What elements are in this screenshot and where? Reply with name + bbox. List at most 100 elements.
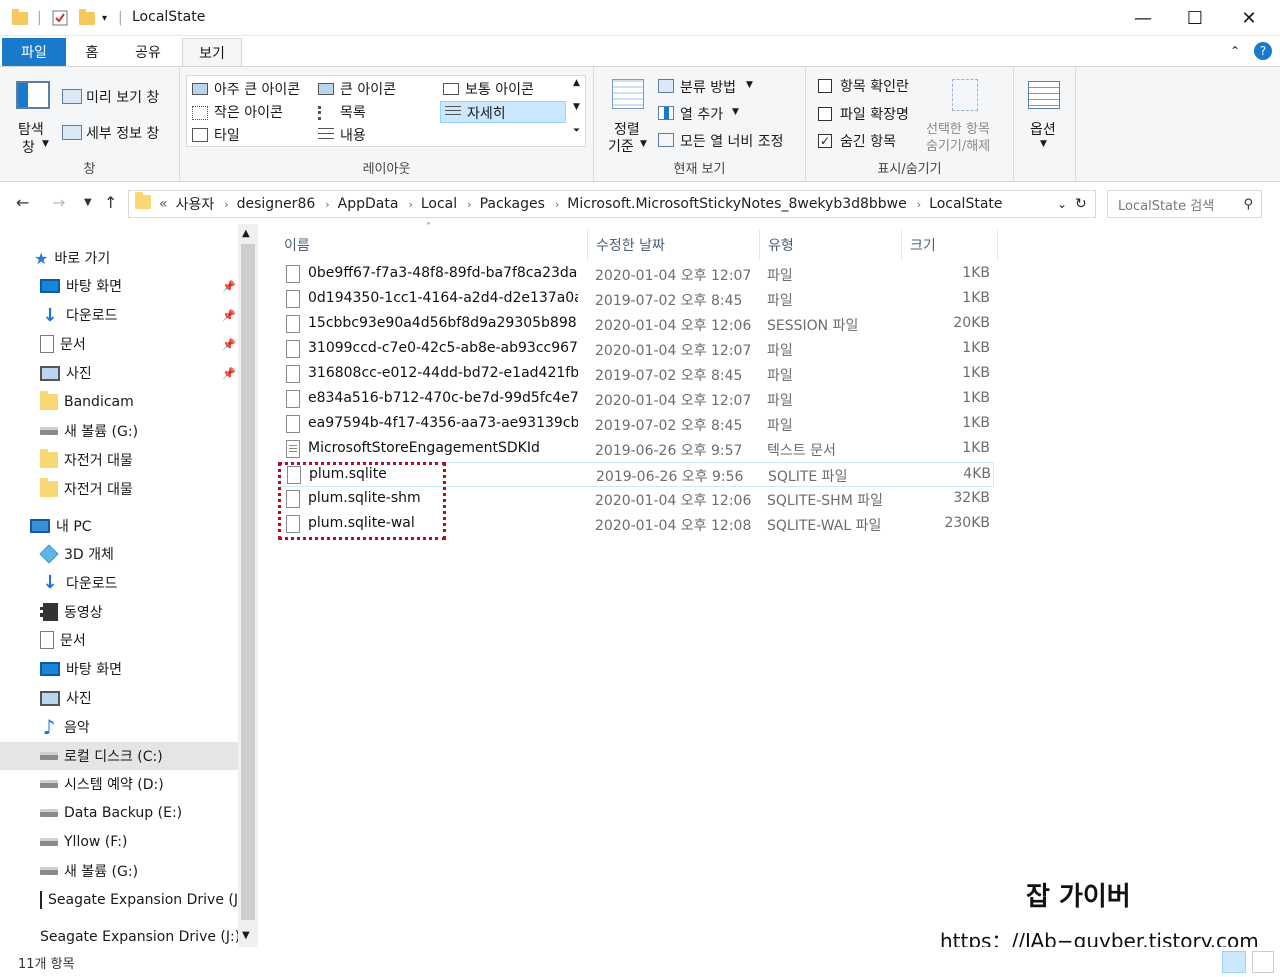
nav-item[interactable]: Yllow (F:) [0, 828, 238, 856]
forward-arrow-icon[interactable]: → [52, 193, 65, 212]
nav-item[interactable]: 사진 [0, 684, 238, 712]
nav-item[interactable]: 문서 📌 [0, 330, 238, 358]
up-arrow-icon[interactable]: ↑ [104, 193, 117, 212]
search-input[interactable]: LocalState 검색 ⚲ [1107, 190, 1262, 218]
preview-pane-icon[interactable] [62, 89, 82, 104]
details-pane-icon[interactable] [62, 125, 82, 140]
sort-by-label2[interactable]: 기준 [608, 136, 634, 156]
breadcrumb-item[interactable]: AppData [338, 196, 399, 212]
tab-view[interactable]: 보기 [182, 38, 242, 66]
breadcrumb-item[interactable]: LocalState [929, 196, 1002, 212]
refresh-icon[interactable]: ↻ [1075, 196, 1087, 212]
column-header-name[interactable]: 이름 [276, 230, 588, 260]
nav-item[interactable]: 문서 [0, 626, 238, 654]
breadcrumb-separator-icon[interactable]: › [917, 198, 921, 211]
options-button[interactable]: 옵션 [1030, 119, 1056, 139]
scroll-down-icon[interactable]: ▼ [573, 102, 580, 112]
address-dropdown-icon[interactable]: ⌄ [1057, 197, 1067, 211]
nav-item[interactable]: 사진 📌 [0, 359, 238, 387]
column-header-type[interactable]: 유형 [760, 230, 902, 260]
nav-this-pc[interactable]: 내 PC [0, 512, 238, 540]
column-header-size[interactable]: 크기 [902, 230, 998, 260]
nav-scrollbar-thumb[interactable] [241, 244, 255, 920]
folder-icon[interactable] [12, 8, 28, 28]
sort-icon[interactable] [612, 79, 644, 109]
add-column-button[interactable]: 열 추가 [680, 104, 723, 124]
item-checkboxes-checkbox[interactable] [818, 79, 832, 93]
breadcrumb-item[interactable]: Packages [480, 196, 545, 212]
nav-quick-access[interactable]: ★ 바로 가기 [0, 244, 238, 272]
file-extensions-checkbox[interactable] [818, 107, 832, 121]
column-header-date[interactable]: 수정한 날짜 [588, 230, 760, 260]
layout-list[interactable]: 목록 [340, 102, 366, 122]
layout-small[interactable]: 작은 아이콘 [214, 102, 283, 122]
nav-item[interactable]: 시스템 예약 (D:) [0, 770, 238, 798]
back-arrow-icon[interactable]: ← [16, 193, 29, 212]
options-icon[interactable] [1028, 81, 1060, 109]
nav-item[interactable]: ♪ 음악 [0, 713, 238, 741]
file-row[interactable]: ea97594b-4f17-4356-aa73-ae93139cb... 2019… [280, 412, 994, 437]
scroll-down-icon[interactable]: ▼ [242, 930, 250, 941]
chevron-down-icon[interactable]: ▼ [42, 139, 49, 149]
layout-medium[interactable]: 보통 아이콘 [465, 79, 534, 99]
nav-item[interactable]: ↓ 다운로드 [0, 569, 238, 597]
group-by-button[interactable]: 분류 방법 [680, 77, 736, 97]
large-icons-view-icon[interactable] [1252, 951, 1274, 973]
breadcrumb-separator-icon[interactable]: › [467, 198, 471, 211]
nav-item[interactable]: 바탕 화면 📌 [0, 272, 238, 300]
details-view-icon[interactable] [1222, 951, 1246, 973]
file-row[interactable]: 316808cc-e012-44dd-bd72-e1ad421fb... 2019… [280, 362, 994, 387]
navigation-pane-label2[interactable]: 창 [22, 137, 35, 157]
collapse-ribbon-icon[interactable]: ⌃ [1230, 44, 1240, 58]
nav-item[interactable]: Data Backup (E:) [0, 799, 238, 827]
breadcrumb-separator-icon[interactable]: › [325, 198, 329, 211]
chevron-down-icon[interactable]: ▼ [1040, 139, 1047, 149]
file-row[interactable]: 15cbbc93e90a4d56bf8d9a29305b8981... 2020-… [280, 312, 994, 337]
nav-item[interactable]: 새 볼륨 (G:) [0, 857, 238, 885]
breadcrumb-item[interactable]: Microsoft.MicrosoftStickyNotes_8wekyb3d8… [567, 196, 906, 212]
nav-item[interactable]: 바탕 화면 [0, 655, 238, 683]
scroll-up-icon[interactable]: ▲ [242, 228, 250, 239]
chevron-down-icon[interactable]: ▼ [732, 107, 739, 117]
file-row[interactable]: 0d194350-1cc1-4164-a2d4-d2e137a0a... 2019… [280, 287, 994, 312]
nav-item[interactable]: 동영상 [0, 598, 238, 626]
preview-pane-button[interactable]: 미리 보기 창 [86, 87, 159, 107]
layout-large[interactable]: 큰 아이콘 [340, 79, 396, 99]
hidden-items-checkbox[interactable]: ✓ [818, 134, 832, 148]
tab-file[interactable]: 파일 [2, 38, 66, 66]
quick-access-dropdown-icon[interactable]: ▾ [102, 8, 107, 28]
recent-locations-icon[interactable]: ▼ [84, 197, 92, 208]
file-row[interactable]: 31099ccd-c7e0-42c5-ab8e-ab93cc967... 2020… [280, 337, 994, 362]
layout-tiles[interactable]: 타일 [214, 125, 240, 145]
breadcrumb-separator-icon[interactable]: › [555, 198, 559, 211]
breadcrumb-item[interactable]: Local [421, 196, 457, 212]
nav-item[interactable]: 로컬 디스크 (C:) [0, 741, 238, 770]
breadcrumb-separator-icon[interactable]: › [224, 198, 228, 211]
breadcrumb-separator-icon[interactable]: › [408, 198, 412, 211]
chevron-down-icon[interactable]: ▼ [640, 139, 647, 149]
breadcrumb-item[interactable]: designer86 [237, 196, 316, 212]
minimize-button[interactable]: — [1116, 0, 1170, 36]
new-folder-icon[interactable] [79, 8, 95, 28]
file-row[interactable]: 0be9ff67-f7a3-48f8-89fd-ba7f8ca23da4 2020… [280, 262, 994, 287]
details-pane-button[interactable]: 세부 정보 창 [86, 123, 159, 143]
fit-columns-button[interactable]: 모든 열 너비 조정 [680, 131, 784, 151]
help-icon[interactable]: ? [1254, 42, 1272, 60]
expand-gallery-icon[interactable]: ⏷ [573, 126, 580, 136]
maximize-button[interactable]: ☐ [1168, 0, 1222, 36]
close-button[interactable]: ✕ [1222, 0, 1276, 36]
file-row[interactable]: e834a516-b712-470c-be7d-99d5fc4e7... 2020… [280, 387, 994, 412]
hidden-items-label[interactable]: 숨긴 항목 [840, 131, 896, 151]
layout-details-selected[interactable]: 자세히 [440, 101, 566, 123]
nav-item[interactable]: 3D 개체 [0, 540, 238, 568]
nav-item[interactable]: Seagate Expansion Drive (J [0, 886, 238, 914]
tab-home[interactable]: 홈 [72, 38, 112, 66]
file-row[interactable]: MicrosoftStoreEngagementSDKId 2019-06-26 … [280, 437, 994, 462]
navigation-pane-icon[interactable] [16, 81, 50, 109]
nav-item[interactable]: Bandicam [0, 388, 238, 416]
nav-item[interactable]: 새 볼륨 (G:) [0, 417, 238, 445]
address-bar[interactable]: « 사용자 › designer86 › AppData › Local › P… [128, 190, 1096, 218]
breadcrumb-item[interactable]: 사용자 [176, 194, 215, 214]
file-extensions-label[interactable]: 파일 확장명 [840, 104, 909, 124]
overflow-chevron[interactable]: « [159, 196, 168, 212]
